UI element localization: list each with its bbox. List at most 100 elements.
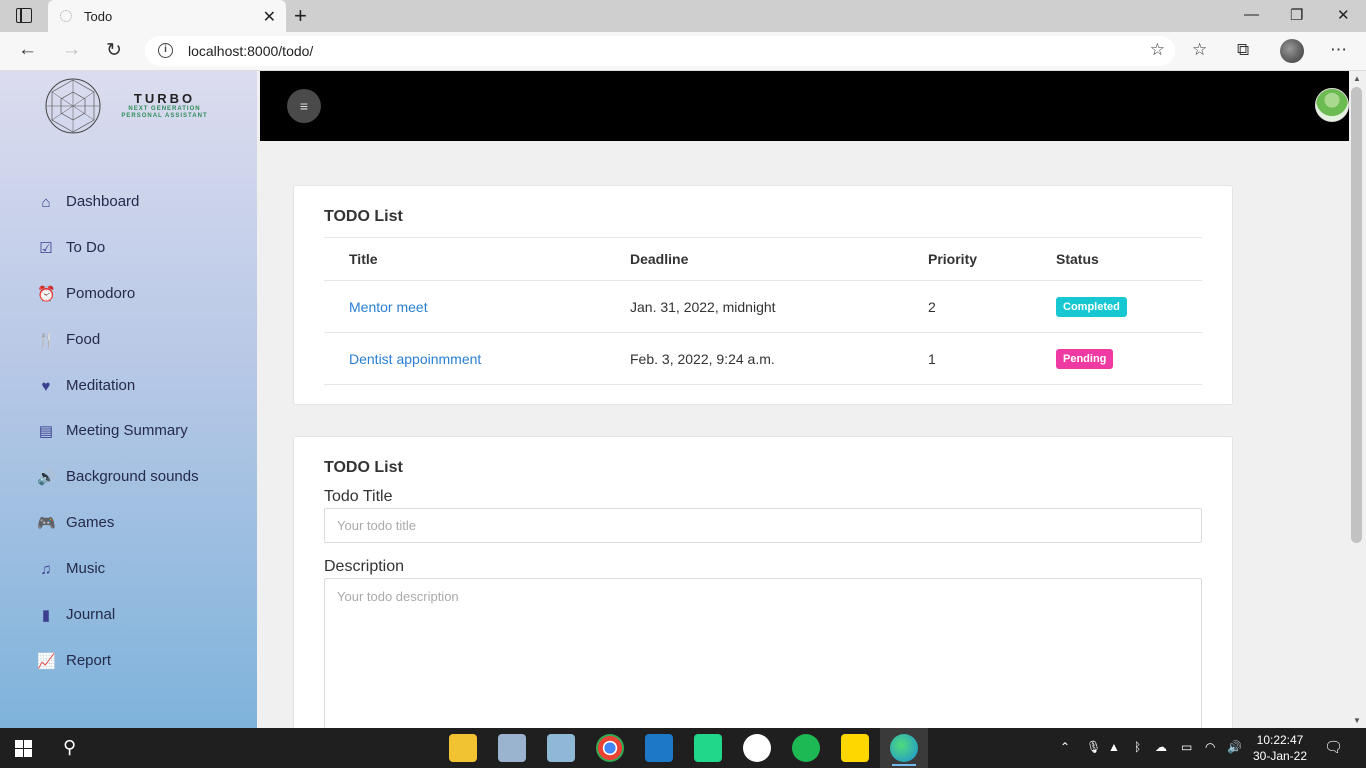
logo-tagline-line1: NEXT GENERATION [128, 106, 201, 112]
status-badge: Pending [1056, 348, 1114, 369]
browser-tab[interactable]: Todo ✕ [48, 0, 286, 32]
tab-close-icon[interactable]: ✕ [263, 7, 276, 27]
restore-icon[interactable]: ❐ [1290, 6, 1303, 24]
column-header-priority: Priority [903, 237, 1031, 281]
google-drive-icon[interactable]: ▲ [1108, 740, 1120, 754]
clock-date: 30-Jan-22 [1252, 749, 1308, 763]
browser-toolbar: ← → ↻ i localhost:8000/todo/ ☆ ☆ ⧉ ⋯ [0, 32, 1366, 71]
logo-name: TURBO [133, 91, 196, 106]
chrome-icon[interactable] [596, 734, 624, 762]
todo-title-link[interactable]: Mentor meet [349, 299, 428, 315]
gamepad-icon: 🎮 [37, 515, 56, 533]
notepad-app-icon[interactable] [547, 734, 575, 762]
notification-center-icon[interactable]: 🗨 [1324, 738, 1343, 756]
card-title: TODO List [324, 208, 403, 225]
forward-icon: → [62, 39, 81, 60]
collections-icon[interactable]: ⧉ [1237, 40, 1249, 60]
sidebar-item-label: Meditation [66, 376, 136, 394]
line-chart-icon: 📈 [37, 652, 56, 670]
sidebar-item-dashboard[interactable]: ⌂ Dashboard [0, 181, 257, 227]
turbo-logo[interactable]: TURBO NEXT GENERATION PERSONAL ASSISTANT [44, 77, 224, 135]
column-header-deadline: Deadline [605, 237, 903, 281]
scrollbar-thumb[interactable] [1351, 87, 1362, 543]
sidebar-item-label: Report [66, 651, 112, 669]
add-favorite-icon[interactable]: ☆ [1150, 40, 1165, 60]
page-scrollbar[interactable]: ▲ ▼ [1349, 71, 1366, 728]
utensils-icon: 🍴 [37, 331, 56, 349]
sidebar-item-label: Games [66, 514, 115, 532]
search-icon[interactable]: ⚲ [63, 737, 76, 758]
back-icon[interactable]: ← [18, 39, 37, 61]
sidebar-item-meditation[interactable]: ♥ Meditation [0, 365, 257, 411]
volume-icon: 🔊 [37, 469, 56, 487]
battery-icon[interactable]: ▭ [1181, 740, 1192, 754]
sidebar-item-meeting-summary[interactable]: ▤ Meeting Summary [0, 410, 257, 456]
spotify-icon[interactable] [792, 734, 820, 762]
site-info-icon[interactable]: i [158, 43, 173, 58]
windows-start-icon[interactable] [15, 740, 32, 757]
sidebar-item-to-do[interactable]: ☑ To Do [0, 227, 257, 273]
todo-form-card: TODO List Todo Title Description [293, 436, 1233, 728]
edge-browser-icon[interactable] [890, 734, 918, 766]
sidebar: TURBO NEXT GENERATION PERSONAL ASSISTANT… [0, 71, 257, 728]
sidebar-item-music[interactable]: ♫ Music [0, 548, 257, 594]
table-row: Dentist appoinmment Feb. 3, 2022, 9:24 a… [324, 332, 1202, 385]
bluetooth-icon[interactable]: ᛒ [1134, 740, 1141, 754]
file-explorer-icon[interactable] [449, 734, 477, 762]
minimize-icon[interactable]: — [1244, 6, 1259, 23]
whatsapp-icon[interactable] [743, 734, 771, 762]
todo-priority-cell: 1 [903, 332, 1031, 385]
logo-text: TURBO NEXT GENERATION PERSONAL ASSISTANT [117, 91, 212, 120]
sidebar-item-label: Dashboard [66, 193, 140, 210]
table-header-row: Title Deadline Priority Status [324, 237, 1202, 281]
todo-deadline-cell: Jan. 31, 2022, midnight [605, 280, 903, 333]
sidebar-item-pomodoro[interactable]: ⏰ Pomodoro [0, 273, 257, 319]
sidebar-item-report[interactable]: 📈 Report [0, 640, 257, 686]
home-icon: ⌂ [41, 194, 51, 211]
sidebar-item-journal[interactable]: ▮ Journal [0, 594, 257, 640]
volume-tray-icon[interactable]: 🔊 [1227, 740, 1242, 754]
todo-title-input[interactable] [324, 508, 1202, 543]
book-open-icon: ▤ [38, 423, 54, 441]
scroll-up-icon[interactable]: ▲ [1353, 74, 1361, 83]
tab-actions-icon[interactable] [16, 8, 32, 23]
browser-profile-avatar[interactable] [1280, 39, 1304, 63]
sidebar-item-food[interactable]: 🍴 Food [0, 319, 257, 365]
sidebar-item-games[interactable]: 🎮 Games [0, 502, 257, 548]
sidebar-item-label: Pomodoro [66, 284, 136, 302]
todo-title-cell: Dentist appoinmment [324, 332, 605, 385]
onedrive-icon[interactable]: ☁ [1155, 740, 1167, 754]
new-tab-icon[interactable]: + [294, 3, 307, 29]
music-note-icon: ♫ [40, 561, 52, 579]
tab-title: Todo [84, 9, 113, 24]
todo-list-card: TODO List Title Deadline Priority Status… [293, 185, 1233, 405]
vscode-icon[interactable] [645, 734, 673, 762]
more-options-icon[interactable]: ⋯ [1330, 40, 1347, 60]
browser-tab-bar: Todo ✕ + — ❐ ✕ [0, 0, 1366, 32]
column-header-title: Title [324, 237, 605, 281]
show-hidden-icons-icon[interactable]: ⌃ [1060, 740, 1070, 754]
journal-icon: ▮ [41, 607, 51, 625]
menu-toggle-button[interactable]: ≡ [287, 89, 321, 123]
sidebar-item-background-sounds[interactable]: 🔊 Background sounds [0, 456, 257, 502]
avatar [1315, 88, 1349, 122]
microphone-icon[interactable]: 🎙 [1086, 740, 1101, 754]
description-textarea[interactable] [324, 578, 1202, 728]
close-window-icon[interactable]: ✕ [1337, 6, 1350, 24]
todo-title-link[interactable]: Dentist appoinmment [349, 351, 481, 367]
sticky-notes-icon[interactable] [841, 734, 869, 762]
status-badge: Completed [1056, 296, 1127, 317]
sidebar-item-label: Food [66, 330, 101, 348]
photos-app-icon[interactable] [498, 734, 526, 762]
wifi-icon[interactable]: ◠ [1205, 740, 1215, 754]
pycharm-icon[interactable] [694, 734, 722, 762]
favorites-icon[interactable]: ☆ [1192, 40, 1207, 60]
address-bar[interactable]: i localhost:8000/todo/ ☆ [145, 36, 1175, 66]
hamburger-icon: ≡ [299, 98, 309, 114]
todo-priority-cell: 2 [903, 280, 1031, 333]
url-text[interactable]: localhost:8000/todo/ [188, 43, 313, 59]
refresh-icon[interactable]: ↻ [106, 39, 122, 62]
sidebar-menu: ⌂ Dashboard ☑ To Do ⏰ Pomodoro 🍴 Food ♥ … [0, 181, 257, 686]
system-clock[interactable]: 10:22:47 30-Jan-22 [1246, 732, 1314, 764]
scroll-down-icon[interactable]: ▼ [1353, 716, 1361, 725]
